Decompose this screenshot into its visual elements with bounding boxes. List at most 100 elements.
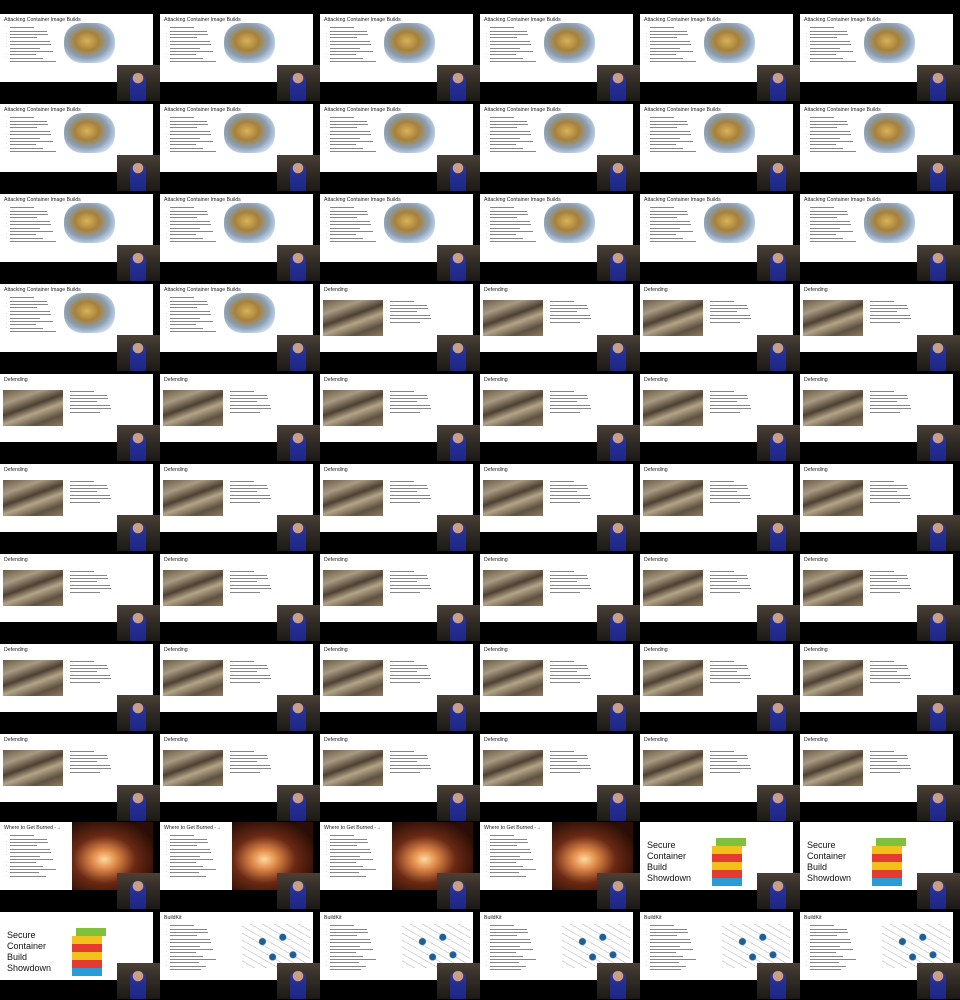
slide-thumbnail[interactable]: Attacking Container Image Builds: [160, 284, 320, 372]
slide-thumbnail[interactable]: Defending: [160, 554, 320, 642]
slide-thumbnail[interactable]: Attacking Container Image Builds: [0, 104, 160, 192]
speaker-webcam: [277, 65, 320, 101]
slide-thumbnail[interactable]: Defending: [160, 464, 320, 552]
slide-thumbnail[interactable]: Defending: [480, 284, 640, 372]
slide-thumbnail[interactable]: Attacking Container Image Builds: [160, 14, 320, 102]
slide-thumbnail[interactable]: Attacking Container Image Builds: [0, 194, 160, 282]
slide-thumbnail[interactable]: Attacking Container Image Builds: [480, 104, 640, 192]
speaker-webcam: [917, 873, 960, 909]
slide-title: Defending: [644, 467, 668, 473]
bullet-line: [386, 680, 420, 684]
slide-thumbnail[interactable]: Defending: [0, 374, 160, 462]
ruins-photo: [803, 390, 863, 426]
speaker-figure: [130, 793, 146, 821]
speaker-figure: [290, 703, 306, 731]
slide-thumbnail[interactable]: Defending: [320, 554, 480, 642]
slide-thumbnail[interactable]: Attacking Container Image Builds: [640, 104, 800, 192]
network-diagram-image: [882, 924, 950, 968]
slide-thumbnail[interactable]: Attacking Container Image Builds: [800, 194, 960, 282]
speaker-webcam: [757, 515, 800, 551]
slide-bullets: [66, 750, 111, 774]
slide-bullets: [806, 26, 856, 64]
slide-thumbnail[interactable]: Defending: [480, 734, 640, 822]
speaker-figure: [610, 253, 626, 281]
slide-title: Defending: [484, 377, 508, 383]
slide-thumbnail[interactable]: Attacking Container Image Builds: [480, 14, 640, 102]
slide-thumbnail[interactable]: Defending: [640, 374, 800, 462]
slide-thumbnail[interactable]: Defending: [640, 464, 800, 552]
slide-thumbnail[interactable]: Defending: [0, 644, 160, 732]
slide-thumbnail[interactable]: Attacking Container Image Builds: [320, 194, 480, 282]
slide-thumbnail[interactable]: Attacking Container Image Builds: [320, 104, 480, 192]
slide-thumbnail[interactable]: Defending: [640, 554, 800, 642]
slide-thumbnail[interactable]: Defending: [320, 644, 480, 732]
slide-thumbnail[interactable]: Defending: [800, 464, 960, 552]
slide-thumbnail[interactable]: Attacking Container Image Builds: [480, 194, 640, 282]
slide-thumbnail[interactable]: Attacking Container Image Builds: [640, 194, 800, 282]
slide-thumbnail[interactable]: BuildKit: [800, 912, 960, 1000]
slide-title: Attacking Container Image Builds: [484, 197, 561, 203]
slide-thumbnail[interactable]: Where to Get Burned -→: [480, 822, 640, 910]
bullet-line: [806, 968, 841, 972]
slide-thumbnail[interactable]: Defending: [160, 374, 320, 462]
bullet-line: [66, 590, 100, 594]
slide-thumbnail[interactable]: Defending: [0, 554, 160, 642]
slide-bullets: [486, 26, 536, 64]
slide-thumbnail[interactable]: Defending: [800, 284, 960, 372]
slide-thumbnail[interactable]: BuildKit: [640, 912, 800, 1000]
slide-thumbnail[interactable]: Attacking Container Image Builds: [800, 104, 960, 192]
arrow-icon: -→: [53, 825, 62, 831]
slide-thumbnail[interactable]: Defending: [320, 284, 480, 372]
slide-thumbnail[interactable]: Defending: [800, 644, 960, 732]
slide-thumbnail[interactable]: BuildKit: [160, 912, 320, 1000]
slide-thumbnail[interactable]: Attacking Container Image Builds: [800, 14, 960, 102]
bullet-line: [326, 874, 366, 879]
slide-thumbnail[interactable]: Defending: [0, 464, 160, 552]
speaker-figure: [610, 523, 626, 551]
slide-thumbnail[interactable]: Defending: [800, 734, 960, 822]
slide-thumbnail[interactable]: Defending: [640, 734, 800, 822]
slide-thumbnail[interactable]: Where to Get Burned -→: [160, 822, 320, 910]
speaker-webcam: [917, 335, 960, 371]
slide-thumbnail[interactable]: Defending: [640, 284, 800, 372]
bullet-line: [6, 149, 56, 154]
slide-thumbnail[interactable]: Secure Container Build Showdown: [0, 912, 160, 1000]
slide-thumbnail[interactable]: Secure Container Build Showdown: [800, 822, 960, 910]
slide-thumbnail[interactable]: BuildKit: [480, 912, 640, 1000]
speaker-webcam: [757, 155, 800, 191]
slide-thumbnail[interactable]: Defending: [800, 374, 960, 462]
slide-thumbnail[interactable]: Defending: [320, 464, 480, 552]
slide-thumbnail[interactable]: Defending: [480, 374, 640, 462]
slide-thumbnail[interactable]: Attacking Container Image Builds: [320, 14, 480, 102]
slide-thumbnail[interactable]: Defending: [640, 644, 800, 732]
slide-thumbnail[interactable]: Where to Get Burned -→: [0, 822, 160, 910]
slide-thumbnail[interactable]: Defending: [800, 554, 960, 642]
slide-thumbnail[interactable]: Defending: [480, 464, 640, 552]
slide-thumbnail[interactable]: Attacking Container Image Builds: [0, 284, 160, 372]
speaker-webcam: [757, 335, 800, 371]
slide-thumbnail[interactable]: Defending: [320, 374, 480, 462]
slide-thumbnail[interactable]: Secure Container Build Showdown: [640, 822, 800, 910]
slide-thumbnail[interactable]: Defending: [320, 734, 480, 822]
slide-thumbnail[interactable]: Defending: [160, 734, 320, 822]
toy-block: [872, 862, 902, 870]
speaker-webcam: [277, 695, 320, 731]
slide-thumbnail[interactable]: Attacking Container Image Builds: [0, 14, 160, 102]
slide-thumbnail[interactable]: Defending: [0, 734, 160, 822]
slide-thumbnail[interactable]: Attacking Container Image Builds: [640, 14, 800, 102]
ruins-photo: [3, 390, 63, 426]
speaker-figure: [450, 433, 466, 461]
slide-thumbnail[interactable]: Defending: [160, 644, 320, 732]
ruins-photo: [3, 660, 63, 696]
bullet-photo: [864, 23, 915, 63]
slide-thumbnail[interactable]: Attacking Container Image Builds: [160, 104, 320, 192]
slide-thumbnail[interactable]: Where to Get Burned -→: [320, 822, 480, 910]
slide-thumbnail[interactable]: Defending: [480, 554, 640, 642]
speaker-figure: [770, 703, 786, 731]
speaker-webcam: [117, 65, 160, 101]
slide-thumbnail[interactable]: Attacking Container Image Builds: [160, 194, 320, 282]
bullet-photo: [384, 113, 435, 153]
slide-thumbnail[interactable]: BuildKit: [320, 912, 480, 1000]
slide-thumbnail[interactable]: Defending: [480, 644, 640, 732]
toy-blocks-image: [710, 830, 748, 886]
